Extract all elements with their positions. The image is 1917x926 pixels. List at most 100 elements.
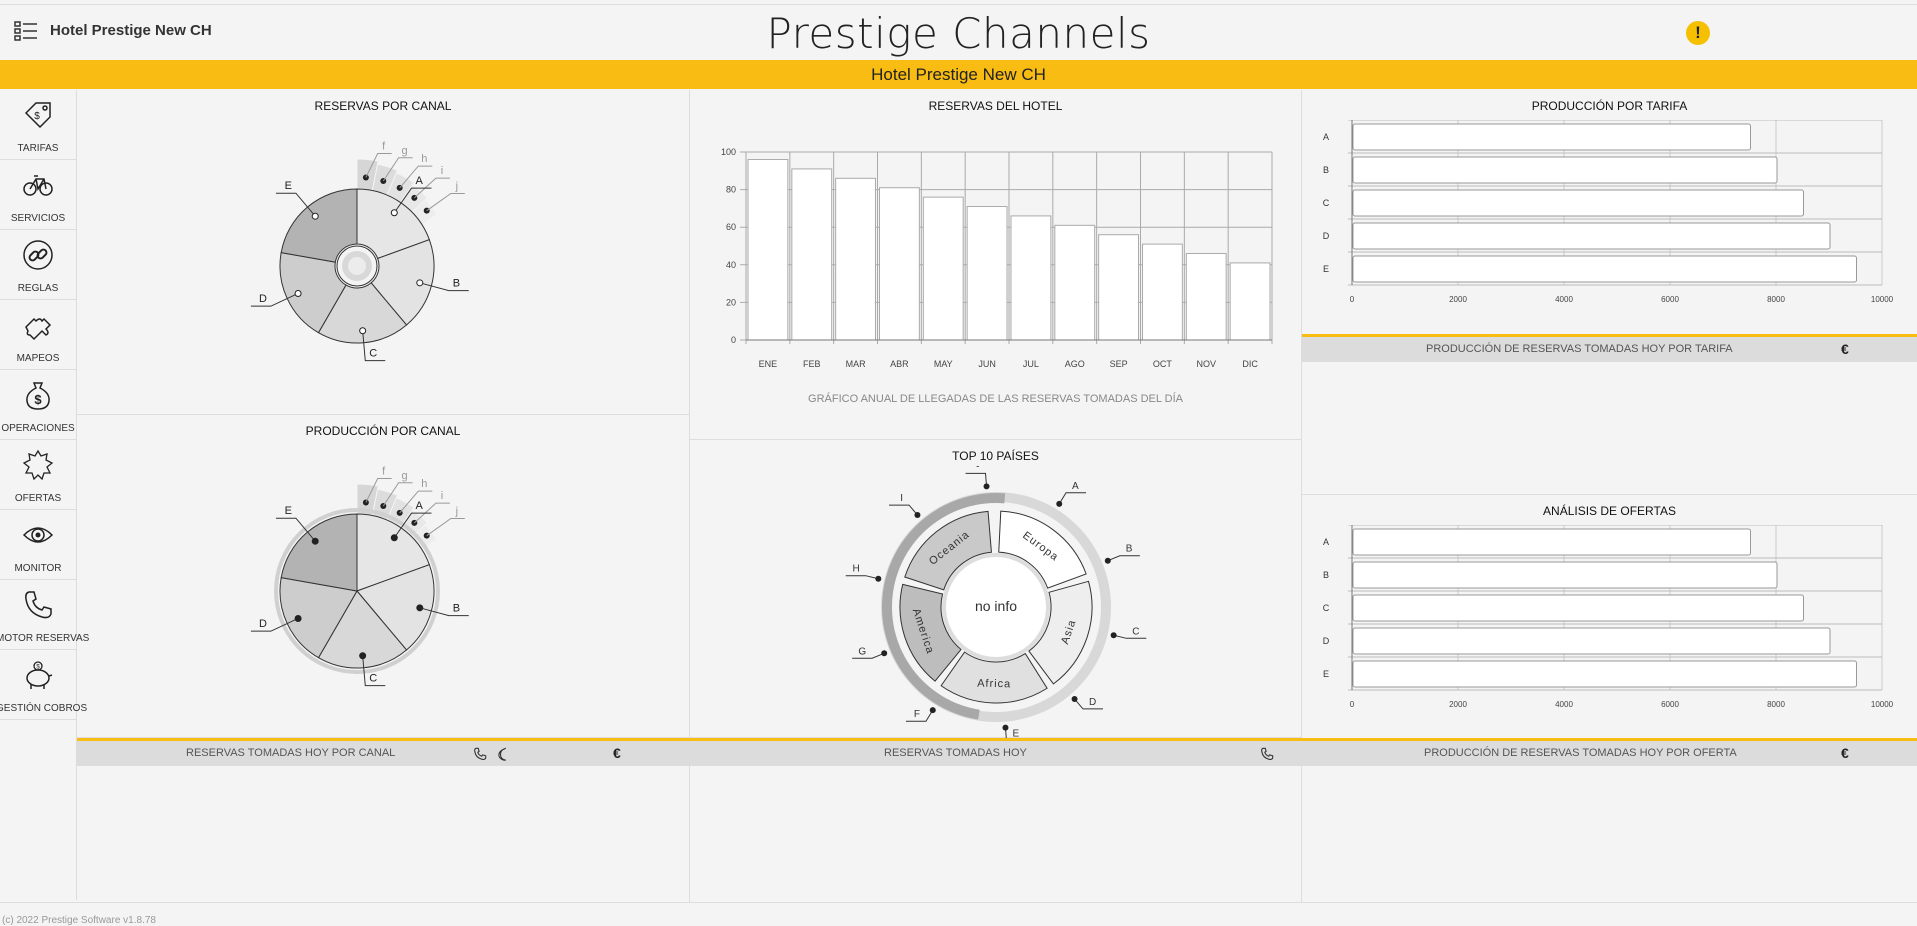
y-tick-label: 100	[721, 147, 736, 157]
pie-label: -	[976, 461, 979, 472]
pie-leader-line	[852, 652, 885, 659]
pie-marker	[416, 604, 424, 612]
pie-label: E	[285, 180, 292, 192]
pie-marker	[294, 289, 302, 297]
bar	[1098, 234, 1139, 341]
pie-label: D	[259, 293, 267, 305]
phone-icon[interactable]	[473, 747, 487, 761]
produccion-tarifa-panel: PRODUCCIÓN POR TARIFA 0 2000 4000 6000 8000 1…	[1302, 90, 1917, 334]
pie-slice	[280, 513, 358, 592]
pie-label: g	[402, 470, 408, 482]
analisis-ofertas-panel: ANÁLISIS DE OFERTAS 0 2000 4000 6000 8000 100…	[1302, 494, 1917, 738]
pie-label: C	[1132, 626, 1139, 637]
pie-label: C	[369, 348, 377, 360]
produccion-canal-panel: PRODUCCIÓN POR CANAL f g h ij A B C D E	[77, 415, 690, 738]
sidebar-item-gestion-cobros[interactable]: $ GESTIÓN COBROS	[0, 650, 87, 720]
pie-marker	[881, 650, 888, 657]
sidebar-item-label: OFERTAS	[14, 493, 62, 504]
bar	[1352, 660, 1857, 688]
canal-today-list	[77, 766, 690, 902]
alert-icon[interactable]: !	[1686, 21, 1710, 45]
sidebar-item-servicios[interactable]: SERVICIOS	[0, 160, 76, 230]
x-tick-label: 4000	[1555, 700, 1573, 709]
pie-leader-line	[1107, 555, 1140, 562]
phone-icon[interactable]	[1260, 747, 1274, 761]
pie-label: f	[382, 141, 386, 153]
donut-center-text: no info	[975, 598, 1017, 614]
pie-marker	[875, 575, 882, 582]
bar	[966, 206, 1008, 341]
x-tick-label: MAY	[934, 359, 953, 369]
x-tick-label: 0	[1350, 295, 1355, 304]
sidebar-item-operaciones[interactable]: $ OPERACIONES	[0, 370, 76, 440]
pie-label: B	[453, 603, 460, 615]
y-tick-label: A	[1323, 537, 1329, 547]
pie-marker	[914, 511, 921, 518]
pie-marker	[362, 499, 369, 506]
bar	[879, 187, 920, 341]
money-bag-icon: $	[26, 382, 50, 410]
produccion-canal-chart: f g h ij A B C D E	[250, 466, 469, 687]
pie-leader-line	[888, 504, 918, 516]
pie-label: i	[441, 165, 443, 177]
bar	[1229, 262, 1271, 341]
sidebar-item-ofertas[interactable]: OFERTAS	[0, 440, 76, 510]
moon-icon[interactable]	[497, 747, 511, 761]
pie-marker	[983, 483, 990, 490]
oferta-footer: PRODUCCIÓN DE RESERVAS TOMADAS HOY POR O…	[1302, 738, 1917, 766]
eye-icon	[22, 527, 54, 543]
pie-label: E	[285, 505, 292, 517]
svg-text:$: $	[34, 392, 42, 407]
sidebar-item-label: TARIFAS	[17, 143, 59, 154]
y-tick-label: A	[1323, 132, 1329, 142]
x-tick-label: 0	[1350, 700, 1355, 709]
sidebar-item-mapeos[interactable]: MAPEOS	[0, 300, 76, 370]
x-tick-label: 8000	[1767, 700, 1785, 709]
donut-segment-label: Africa	[977, 678, 1011, 691]
euro-icon[interactable]: €	[613, 745, 621, 761]
sidebar-item-motor-reservas[interactable]: MOTOR RESERVAS	[0, 580, 89, 650]
pie-label: f	[382, 466, 386, 478]
bar	[1352, 528, 1751, 556]
sidebar-item-reglas[interactable]: REGLAS	[0, 230, 76, 300]
x-tick-label: 8000	[1767, 295, 1785, 304]
sidebar-item-monitor[interactable]: MONITOR	[0, 510, 76, 580]
x-tick-label: DIC	[1242, 359, 1258, 369]
pie-leader-line	[1113, 634, 1147, 639]
x-tick-label: 2000	[1449, 700, 1467, 709]
pie-marker	[1071, 696, 1078, 703]
tarifa-footer: PRODUCCIÓN DE RESERVAS TOMADAS HOY POR T…	[1302, 334, 1917, 362]
y-tick-label: D	[1323, 231, 1330, 241]
phone-icon	[25, 591, 52, 619]
bar	[1352, 255, 1857, 283]
euro-icon[interactable]: €	[1841, 341, 1849, 357]
y-tick-label: B	[1323, 165, 1329, 175]
bar	[1352, 222, 1831, 250]
sidebar-item-label: MAPEOS	[16, 353, 60, 364]
sidebar-item-tarifas[interactable]: $ TARIFAS	[0, 90, 76, 160]
euro-icon[interactable]: €	[1841, 745, 1849, 761]
pie-label: i	[441, 490, 443, 502]
x-tick-label: 2000	[1449, 295, 1467, 304]
piggy-bank-icon: $	[26, 661, 53, 689]
bar	[922, 196, 964, 341]
pie-marker	[1110, 632, 1117, 639]
x-tick-label: ENE	[759, 359, 778, 369]
reservas-hotel-chart: 0 20 40 60 80 100 ENE FEB MAR ABR MAY JUN JUL AGO SEP O…	[721, 147, 1273, 369]
x-tick-label: SEP	[1110, 359, 1128, 369]
pie-marker	[359, 327, 367, 335]
x-tick-label: 4000	[1555, 295, 1573, 304]
y-tick-label: 40	[726, 260, 736, 270]
x-tick-label: MAR	[846, 359, 867, 369]
pie-label: j	[455, 505, 458, 517]
pie-label: H	[852, 564, 859, 575]
footer-label: PRODUCCIÓN DE RESERVAS TOMADAS HOY POR T…	[1426, 343, 1733, 355]
chart-caption: GRÁFICO ANUAL DE LLEGADAS DE LAS RESERVA…	[808, 393, 1183, 405]
x-tick-label: 10000	[1871, 295, 1894, 304]
sidebar: $ TARIFAS SERVICIOS REGLAS MAPEOS $ OPER…	[0, 90, 89, 900]
panel-title: ANÁLISIS DE OFERTAS	[1543, 504, 1676, 518]
bar	[1352, 123, 1751, 151]
pie-hole-center	[348, 257, 366, 275]
pie-label: j	[455, 180, 458, 192]
sidebar-item-label: SERVICIOS	[10, 213, 66, 224]
